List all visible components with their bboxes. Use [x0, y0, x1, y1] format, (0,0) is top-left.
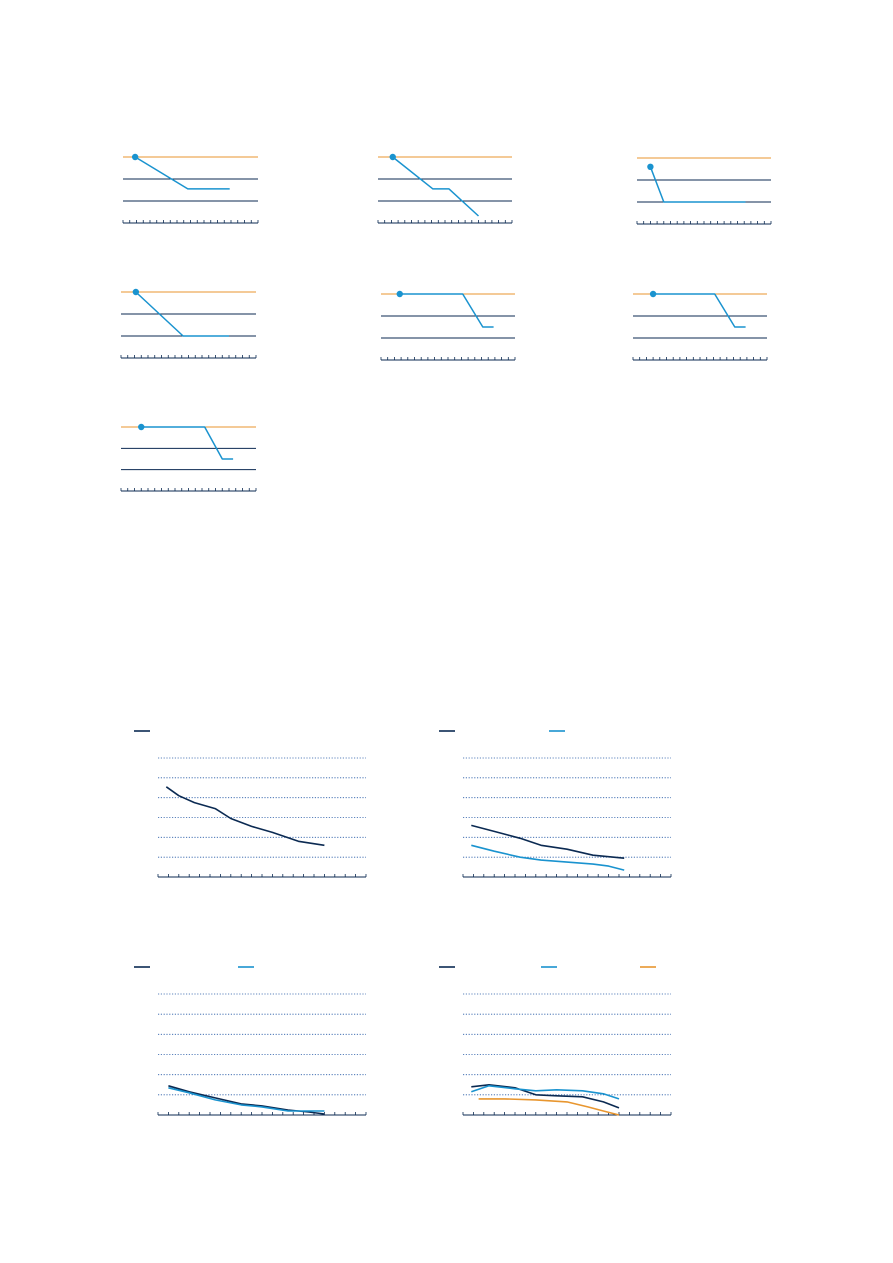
start-point-marker [132, 288, 140, 296]
start-point-marker [131, 153, 139, 161]
small-multiple-chart-2 [377, 153, 513, 224]
small-multiple-chart-6 [632, 290, 768, 361]
series-line-1 [168, 1085, 325, 1115]
series-line-1 [392, 156, 480, 217]
series-line-1 [471, 824, 625, 859]
series-line-2 [471, 1085, 620, 1100]
small-multiple-chart-3 [636, 157, 772, 225]
series-line-1 [399, 293, 494, 328]
start-point-marker [389, 153, 396, 161]
series-line-2 [168, 1087, 325, 1112]
figure-canvas [120, 153, 772, 1116]
series-line-1 [471, 1084, 620, 1109]
small-multiple-chart-4 [120, 288, 257, 359]
start-point-marker [396, 290, 403, 298]
series-line-2 [471, 844, 625, 871]
small-multiple-chart-5 [380, 290, 516, 361]
small-multiple-chart-1 [122, 153, 259, 224]
series-line-1 [165, 786, 325, 847]
line-chart-1 [134, 730, 367, 878]
start-point-marker [649, 290, 657, 298]
series-line-1 [653, 293, 746, 328]
line-chart-4 [439, 966, 672, 1116]
series-line-1 [134, 156, 230, 190]
series-line-1 [141, 426, 234, 460]
line-chart-3 [134, 966, 367, 1116]
start-point-marker [138, 423, 145, 431]
start-point-marker [647, 163, 654, 170]
line-chart-2 [439, 730, 672, 878]
series-line-1 [649, 166, 746, 203]
small-multiple-chart-7 [120, 423, 257, 492]
